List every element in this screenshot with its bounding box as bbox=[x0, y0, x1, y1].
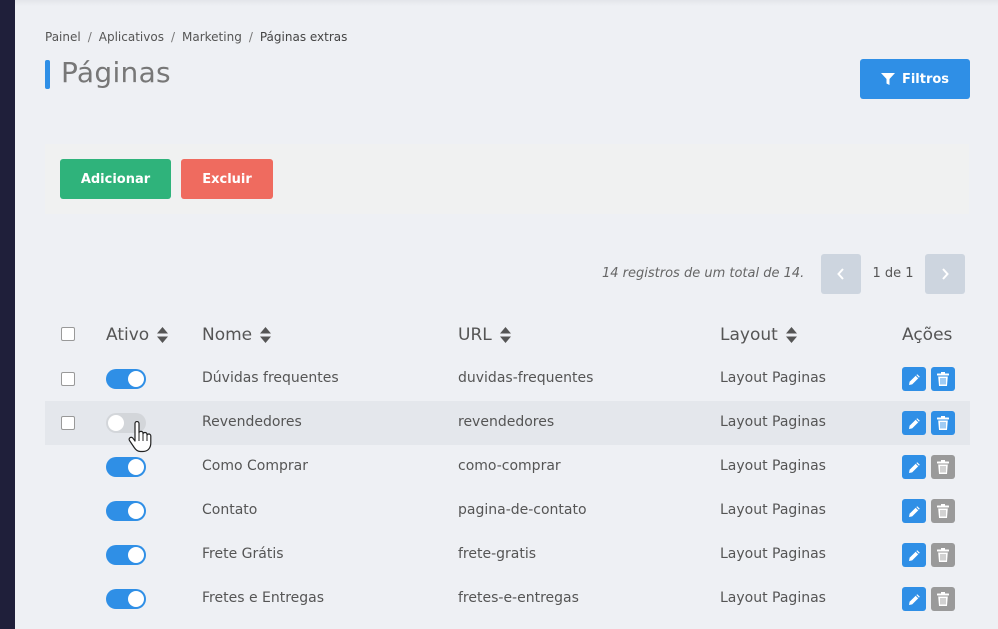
trash-icon bbox=[937, 504, 949, 518]
page-layout: Layout Paginas bbox=[720, 458, 826, 474]
column-header-url[interactable]: URL bbox=[458, 325, 511, 345]
page-name: Frete Grátis bbox=[202, 546, 284, 562]
pencil-icon bbox=[908, 417, 920, 429]
column-header-url-label: URL bbox=[458, 325, 492, 345]
page-url: revendedores bbox=[458, 414, 555, 430]
breadcrumb-aplicativos[interactable]: Aplicativos bbox=[99, 30, 164, 44]
pencil-icon bbox=[908, 593, 920, 605]
page-url: duvidas-frequentes bbox=[458, 370, 594, 386]
delete-button[interactable] bbox=[931, 543, 955, 567]
filter-icon bbox=[880, 72, 895, 85]
delete-selected-button[interactable]: Excluir bbox=[181, 159, 273, 199]
toggle-knob bbox=[128, 459, 144, 475]
page-name: Como Comprar bbox=[202, 458, 308, 474]
edit-button[interactable] bbox=[902, 543, 926, 567]
trash-icon bbox=[937, 592, 949, 606]
toggle-knob bbox=[128, 371, 144, 387]
column-header-nome-label: Nome bbox=[202, 325, 253, 345]
active-toggle[interactable] bbox=[106, 369, 146, 389]
page-name: Revendedores bbox=[202, 414, 302, 430]
trash-icon bbox=[937, 416, 949, 430]
topbar-shadow bbox=[15, 0, 998, 6]
breadcrumb-painel[interactable]: Painel bbox=[45, 30, 81, 44]
sort-icon bbox=[260, 327, 272, 343]
page-layout: Layout Paginas bbox=[720, 370, 826, 386]
select-all-checkbox[interactable] bbox=[61, 327, 75, 341]
edit-button[interactable] bbox=[902, 455, 926, 479]
page-url: frete-gratis bbox=[458, 546, 537, 562]
trash-icon bbox=[937, 460, 949, 474]
next-page-button[interactable] bbox=[925, 254, 965, 294]
sort-icon bbox=[785, 327, 797, 343]
active-toggle[interactable] bbox=[106, 457, 146, 477]
edit-button[interactable] bbox=[902, 587, 926, 611]
sidebar-edge bbox=[0, 0, 15, 629]
filters-button[interactable]: Filtros bbox=[860, 59, 970, 99]
active-toggle[interactable] bbox=[106, 589, 146, 609]
page-layout: Layout Paginas bbox=[720, 414, 826, 430]
page-url: pagina-de-contato bbox=[458, 502, 587, 518]
active-toggle[interactable] bbox=[106, 501, 146, 521]
filters-button-label: Filtros bbox=[901, 71, 950, 87]
pencil-icon bbox=[908, 373, 920, 385]
breadcrumb-separator: / bbox=[87, 30, 92, 44]
toggle-knob bbox=[108, 415, 124, 431]
sort-icon bbox=[499, 327, 511, 343]
pencil-icon bbox=[908, 505, 920, 517]
breadcrumb-separator: / bbox=[170, 30, 175, 44]
breadcrumb-separator: / bbox=[248, 30, 253, 44]
page-layout: Layout Paginas bbox=[720, 546, 826, 562]
delete-button[interactable] bbox=[931, 367, 955, 391]
hand-cursor-icon bbox=[128, 421, 152, 453]
edit-button[interactable] bbox=[902, 367, 926, 391]
breadcrumb-current: Páginas extras bbox=[259, 30, 348, 44]
column-header-layout[interactable]: Layout bbox=[720, 325, 797, 345]
column-header-acoes-label: Ações bbox=[902, 325, 953, 345]
column-header-acoes: Ações bbox=[902, 325, 952, 345]
page-url: como-comprar bbox=[458, 458, 561, 474]
page-name: Contato bbox=[202, 502, 258, 518]
delete-button[interactable] bbox=[931, 411, 955, 435]
delete-button[interactable] bbox=[931, 587, 955, 611]
toggle-knob bbox=[128, 547, 144, 563]
chevron-left-icon bbox=[837, 268, 844, 280]
row-checkbox[interactable] bbox=[61, 372, 75, 386]
column-header-nome[interactable]: Nome bbox=[202, 325, 272, 345]
trash-icon bbox=[937, 372, 949, 386]
sort-icon bbox=[157, 327, 169, 343]
page-name: Fretes e Entregas bbox=[202, 590, 325, 606]
row-checkbox[interactable] bbox=[61, 416, 75, 430]
pencil-icon bbox=[908, 549, 920, 561]
trash-icon bbox=[937, 548, 949, 562]
breadcrumb: Painel / Aplicativos / Marketing / Páginas ext… bbox=[45, 30, 347, 44]
title-accent-bar bbox=[45, 60, 50, 89]
column-header-layout-label: Layout bbox=[720, 325, 778, 345]
delete-button[interactable] bbox=[931, 455, 955, 479]
chevron-right-icon bbox=[942, 268, 949, 280]
page-layout: Layout Paginas bbox=[720, 590, 826, 606]
page-name: Dúvidas frequentes bbox=[202, 370, 339, 386]
edit-button[interactable] bbox=[902, 499, 926, 523]
breadcrumb-marketing[interactable]: Marketing bbox=[182, 30, 242, 44]
page-url: fretes-e-entregas bbox=[458, 590, 579, 606]
active-toggle[interactable] bbox=[106, 545, 146, 565]
pencil-icon bbox=[908, 461, 920, 473]
previous-page-button[interactable] bbox=[821, 254, 861, 294]
add-button[interactable]: Adicionar bbox=[60, 159, 171, 199]
page-layout: Layout Paginas bbox=[720, 502, 826, 518]
column-header-ativo[interactable]: Ativo bbox=[106, 325, 169, 345]
column-header-ativo-label: Ativo bbox=[106, 325, 150, 345]
toggle-knob bbox=[128, 591, 144, 607]
page-indicator: 1 de 1 bbox=[872, 266, 914, 281]
edit-button[interactable] bbox=[902, 411, 926, 435]
records-summary: 14 registros de um total de 14. bbox=[602, 266, 805, 281]
page-title: Páginas bbox=[61, 56, 171, 89]
toggle-knob bbox=[128, 503, 144, 519]
delete-button[interactable] bbox=[931, 499, 955, 523]
